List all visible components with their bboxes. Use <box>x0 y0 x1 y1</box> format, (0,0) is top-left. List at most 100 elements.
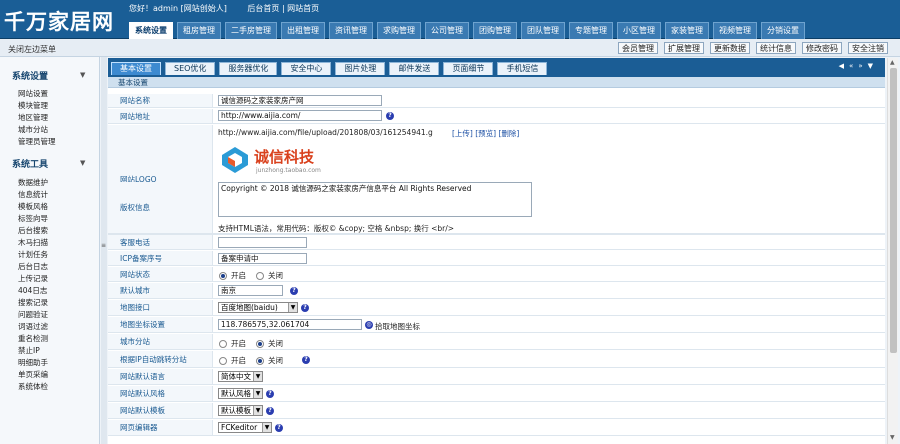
editor-select[interactable]: FCKeditor ▼ <box>218 422 272 433</box>
tab-seo[interactable]: SEO优化 <box>165 62 216 75</box>
sidebar-item[interactable]: 单页采编 <box>18 369 48 380</box>
nav-tab-team[interactable]: 团队管理 <box>521 22 565 39</box>
nav-tab-decoration[interactable]: 家装管理 <box>665 22 709 39</box>
nav-tab-groupbuy[interactable]: 团购管理 <box>473 22 517 39</box>
tab-basic[interactable]: 基本设置 <box>111 62 161 75</box>
branch-off-radio[interactable]: 关闭 <box>256 338 283 349</box>
sidebar-item[interactable]: 重名检测 <box>18 333 48 344</box>
copyright-textarea[interactable]: Copyright © 2018 诚信源码之家装家房产信息平台 All Righ… <box>218 182 532 217</box>
next-icon[interactable]: » <box>858 62 862 70</box>
nav-tab-topic[interactable]: 专题管理 <box>569 22 613 39</box>
sidebar-item[interactable]: 后台搜索 <box>18 225 48 236</box>
sidebar-item[interactable]: 数据维护 <box>18 177 48 188</box>
map-api-select[interactable]: 百度地图(baidu) ▼ <box>218 302 298 313</box>
sidebar-item[interactable]: 词语过滤 <box>18 321 48 332</box>
sidebar-item[interactable]: 系统体检 <box>18 381 48 392</box>
nav-tab-news[interactable]: 资讯管理 <box>329 22 373 39</box>
label-template: 网站默认模板 <box>108 403 213 418</box>
sidebar-item[interactable]: 管理员管理 <box>18 136 56 147</box>
ipjump-on-radio[interactable]: 开启 <box>219 355 246 366</box>
language-select[interactable]: 简体中文 ▼ <box>218 371 263 382</box>
sidebar-item[interactable]: 后台日志 <box>18 261 48 272</box>
sidebar-group-system[interactable]: 系统设置 <box>12 69 48 82</box>
prev-icon[interactable]: « <box>849 62 853 70</box>
nav-tab-community[interactable]: 小区管理 <box>617 22 661 39</box>
tab-server[interactable]: 服务器优化 <box>219 62 278 75</box>
menu-icon[interactable]: ▼ <box>868 62 873 70</box>
sidebar-item[interactable]: 木马扫描 <box>18 237 48 248</box>
map-coord-input[interactable]: 118.786575,32.061704 <box>218 319 362 330</box>
tab-sms[interactable]: 手机短信 <box>497 62 548 75</box>
nav-tab-distribution[interactable]: 分销设置 <box>761 22 805 39</box>
sidebar-item[interactable]: 禁止IP <box>18 345 40 356</box>
site-url-input[interactable]: http://www.aijia.com/ <box>218 110 382 121</box>
help-icon[interactable]: ? <box>266 390 274 398</box>
quick-stats[interactable]: 统计信息 <box>756 42 796 54</box>
tab-detail[interactable]: 页面细节 <box>443 62 494 75</box>
help-icon[interactable]: ? <box>275 424 283 432</box>
site-name-input[interactable]: 诚信源码之家装家房产网 <box>218 95 382 106</box>
quick-extend[interactable]: 扩展管理 <box>664 42 704 54</box>
quick-update[interactable]: 更新数据 <box>710 42 750 54</box>
map-pick-link[interactable]: 拾取地图坐标 <box>375 321 420 332</box>
sidebar-item[interactable]: 地区管理 <box>18 112 48 123</box>
ipjump-off-radio[interactable]: 关闭 <box>256 355 283 366</box>
icp-input[interactable]: 备案申请中 <box>218 253 307 264</box>
sidebar-item[interactable]: 标签向导 <box>18 213 48 224</box>
sidebar-item[interactable]: 明细助手 <box>18 357 48 368</box>
map-pick-icon[interactable]: ◎ <box>365 321 373 329</box>
scroll-thumb[interactable] <box>890 68 897 353</box>
sidebar-item[interactable]: 网站设置 <box>18 88 48 99</box>
sidebar-item[interactable]: 模块管理 <box>18 100 48 111</box>
city-input[interactable]: 南京 <box>218 285 283 296</box>
chevron-down-icon[interactable]: ▼ <box>80 159 85 167</box>
sidebar-item[interactable]: 问题验证 <box>18 309 48 320</box>
nav-tab-system[interactable]: 系统设置 <box>129 22 173 40</box>
sidebar-item[interactable]: 计划任务 <box>18 249 48 260</box>
sidebar-item[interactable]: 城市分站 <box>18 124 48 135</box>
status-off-radio[interactable]: 关闭 <box>256 270 283 281</box>
sidebar-group-tools[interactable]: 系统工具 <box>12 157 48 170</box>
greeting: 您好！admin [网站创始人] <box>129 4 227 13</box>
tab-security[interactable]: 安全中心 <box>281 62 332 75</box>
nav-tab-buy[interactable]: 求购管理 <box>377 22 421 39</box>
nav-tab-video[interactable]: 视频管理 <box>713 22 757 39</box>
help-icon[interactable]: ? <box>386 112 394 120</box>
pin-icon[interactable]: ◀ <box>839 62 844 70</box>
quick-logout[interactable]: 安全注销 <box>848 42 888 54</box>
nav-tab-lease[interactable]: 出租管理 <box>281 22 325 39</box>
radio-icon <box>219 356 227 365</box>
style-select[interactable]: 默认风格 ▼ <box>218 388 263 399</box>
close-menu-link[interactable]: 关闭左边菜单 <box>8 44 56 55</box>
phone-input[interactable] <box>218 237 307 248</box>
scroll-down-icon[interactable]: ▼ <box>890 434 895 441</box>
nav-tab-secondhand[interactable]: 二手房管理 <box>225 22 277 39</box>
sidebar-item[interactable]: 404日志 <box>18 285 47 296</box>
sidebar-item[interactable]: 模板风格 <box>18 201 48 212</box>
chevron-down-icon[interactable]: ▼ <box>80 71 85 79</box>
vertical-scrollbar[interactable]: ▲ ▼ <box>887 58 898 444</box>
sidebar-item[interactable]: 信息统计 <box>18 189 48 200</box>
template-select[interactable]: 默认模板 ▼ <box>218 405 263 416</box>
sidebar-item[interactable]: 上传记录 <box>18 273 48 284</box>
sidebar-item[interactable]: 搜索记录 <box>18 297 48 308</box>
quick-member[interactable]: 会员管理 <box>618 42 658 54</box>
scroll-up-icon[interactable]: ▲ <box>890 59 895 66</box>
logo-actions[interactable]: [上传] [预览] [删除] <box>452 128 519 139</box>
help-icon[interactable]: ? <box>301 304 309 312</box>
help-icon[interactable]: ? <box>266 407 274 415</box>
collapse-icon[interactable]: ≡ <box>101 242 106 249</box>
nav-tab-rent[interactable]: 租房管理 <box>177 22 221 39</box>
nav-tab-company[interactable]: 公司管理 <box>425 22 469 39</box>
select-value: 默认模板 <box>221 406 251 415</box>
label-language: 网站默认语言 <box>108 369 213 384</box>
tab-mail[interactable]: 邮件发送 <box>389 62 440 75</box>
help-icon[interactable]: ? <box>290 287 298 295</box>
status-on-radio[interactable]: 开启 <box>219 270 246 281</box>
branch-on-radio[interactable]: 开启 <box>219 338 246 349</box>
sidebar-toggle-bar[interactable]: ≡ <box>101 57 107 444</box>
home-links[interactable]: 后台首页 | 网站首页 <box>247 4 319 13</box>
help-icon[interactable]: ? <box>302 356 310 364</box>
tab-image[interactable]: 图片处理 <box>335 62 386 75</box>
quick-password[interactable]: 修改密码 <box>802 42 842 54</box>
